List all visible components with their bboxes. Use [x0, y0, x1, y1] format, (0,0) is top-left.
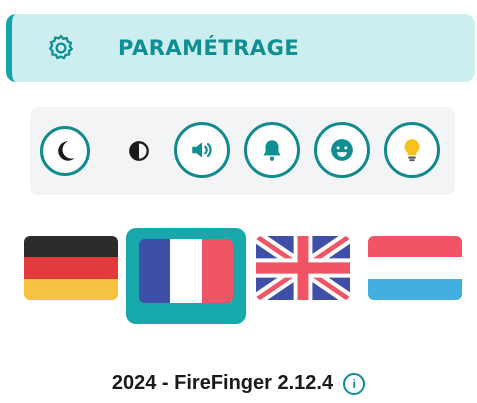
language-de-button[interactable]	[24, 236, 118, 300]
contrast-button[interactable]	[124, 136, 154, 166]
sound-button[interactable]	[174, 122, 230, 178]
page-title: PARAMÉTRAGE	[118, 36, 300, 60]
info-icon[interactable]: i	[343, 372, 366, 395]
settings-toolbar	[30, 107, 455, 195]
notifications-button[interactable]	[244, 122, 300, 178]
contrast-icon	[129, 141, 149, 161]
smiley-icon	[331, 139, 353, 161]
dark-mode-button[interactable]	[40, 126, 90, 176]
volume-icon	[192, 142, 212, 158]
moon-icon	[58, 141, 75, 161]
hints-button[interactable]	[384, 122, 440, 178]
flag-france-icon	[139, 239, 233, 303]
gear-icon	[49, 35, 73, 60]
language-fr-button[interactable]	[126, 228, 246, 324]
version-footer: 2024 - FireFinger 2.12.4 i	[0, 372, 477, 395]
flag-uk-icon	[256, 236, 350, 300]
language-lu-button[interactable]	[368, 236, 462, 300]
flag-luxembourg-icon	[368, 236, 462, 300]
settings-header: PARAMÉTRAGE	[6, 14, 475, 82]
emoji-button[interactable]	[314, 122, 370, 178]
flag-germany-icon	[24, 236, 118, 300]
language-en-button[interactable]	[256, 236, 350, 300]
version-text: 2024 - FireFinger 2.12.4	[111, 372, 334, 394]
lightbulb-icon	[404, 139, 420, 162]
bell-icon	[263, 140, 281, 161]
